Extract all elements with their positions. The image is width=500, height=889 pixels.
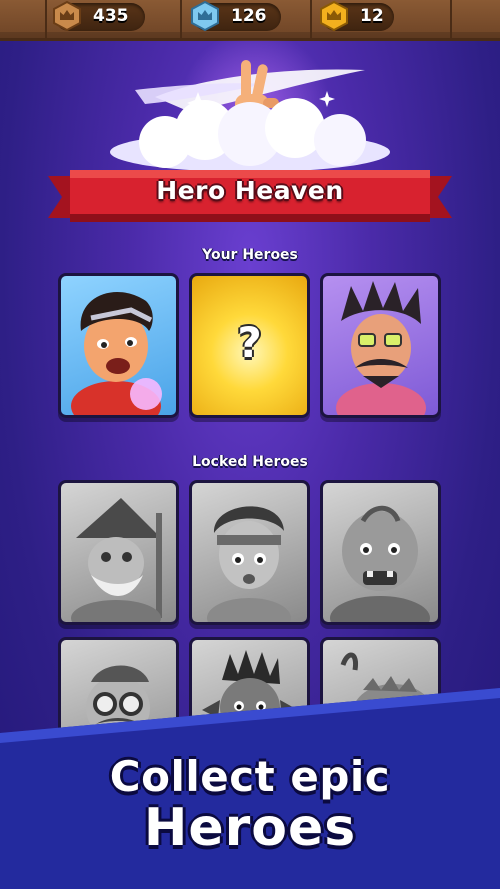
diamond-crown-count: 126 bbox=[231, 6, 267, 26]
resource-bar: 435 126 12 bbox=[0, 0, 500, 41]
headband-fighter-hero-portrait bbox=[207, 506, 291, 622]
gold-crown-counter[interactable]: 12 bbox=[320, 0, 394, 32]
plank-divider bbox=[180, 0, 182, 38]
plank-divider bbox=[450, 0, 452, 38]
locked-hero-card-old-wizard[interactable] bbox=[58, 480, 179, 625]
plank-divider bbox=[310, 0, 312, 38]
locked-hero-card-ogre[interactable] bbox=[320, 480, 441, 625]
crown-gold-icon bbox=[320, 0, 348, 32]
promo-headline-line2: Heroes bbox=[143, 798, 357, 858]
gold-crown-count: 12 bbox=[360, 6, 384, 26]
question-mark-icon: ? bbox=[237, 318, 262, 367]
mustache-wizard-hero-portrait bbox=[336, 281, 426, 415]
bronze-crown-counter[interactable]: 435 bbox=[53, 0, 145, 32]
old-wizard-hero-portrait bbox=[71, 498, 162, 622]
ogre-hero-portrait bbox=[330, 505, 430, 622]
plank-divider bbox=[45, 0, 47, 38]
hero-card-red-haired[interactable] bbox=[58, 273, 179, 418]
page-title: Hero Heaven bbox=[156, 176, 344, 205]
heaven-hand-cloud-illustration bbox=[110, 60, 390, 172]
promo-headline-line1: Collect epic bbox=[109, 752, 391, 801]
hero-card-mystery[interactable]: ? bbox=[189, 273, 310, 418]
crown-bronze-icon bbox=[53, 0, 81, 32]
crown-diamond-icon bbox=[191, 0, 219, 32]
your-heroes-heading: Your Heroes bbox=[202, 247, 298, 263]
red-haired-hero-portrait bbox=[71, 292, 162, 415]
hero-card-mustache-wizard[interactable] bbox=[320, 273, 441, 418]
locked-heroes-heading: Locked Heroes bbox=[192, 454, 308, 470]
diamond-crown-counter[interactable]: 126 bbox=[191, 0, 281, 32]
bronze-crown-count: 435 bbox=[93, 6, 129, 26]
locked-hero-card-headband-fighter[interactable] bbox=[189, 480, 310, 625]
